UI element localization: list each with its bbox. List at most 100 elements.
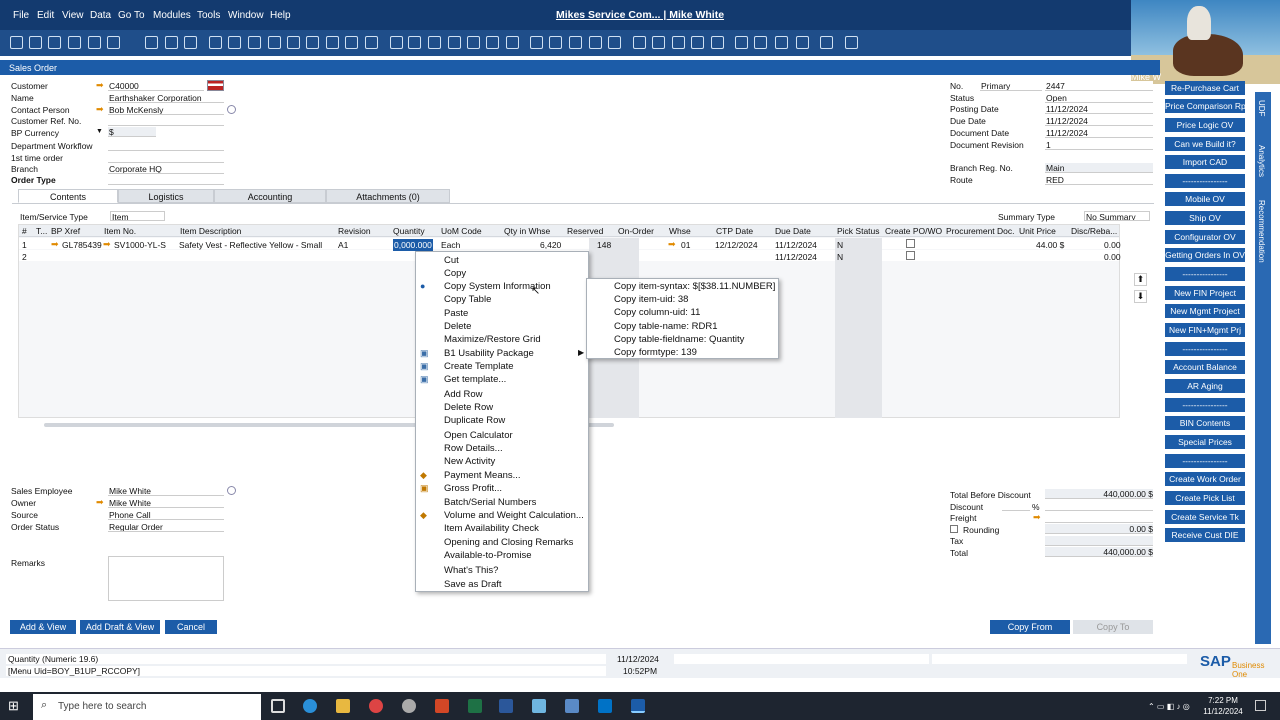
menu-help[interactable]: Help bbox=[270, 10, 291, 21]
app-icon[interactable] bbox=[532, 699, 546, 713]
tab-logistics[interactable]: Logistics bbox=[118, 189, 214, 203]
toolbar-button-icon[interactable] bbox=[754, 36, 767, 49]
side-button[interactable]: Create Work Order bbox=[1165, 472, 1245, 486]
rounding-checkbox[interactable] bbox=[950, 525, 958, 533]
file-explorer-icon[interactable] bbox=[336, 699, 350, 713]
side-button[interactable]: Re-Purchase Cart bbox=[1165, 81, 1245, 95]
menu-item-payment-means[interactable]: Payment Means... bbox=[444, 470, 521, 481]
edge-icon[interactable] bbox=[303, 699, 317, 713]
windows-start-icon[interactable]: ⊞ bbox=[8, 699, 22, 713]
col-header[interactable]: Item No. bbox=[104, 226, 136, 236]
cell-itemno[interactable]: SV1000-YL-S bbox=[114, 240, 166, 250]
toolbar-button-icon[interactable] bbox=[345, 36, 358, 49]
remarks-textarea[interactable] bbox=[108, 556, 224, 601]
create-po-checkbox[interactable] bbox=[906, 251, 915, 260]
submenu-item-fieldname[interactable]: Copy table-fieldname: Quantity bbox=[614, 334, 744, 345]
cell-description[interactable]: Safety Vest - Reflective Yellow - Small bbox=[179, 240, 322, 250]
posting-date-field[interactable]: 11/12/2024 bbox=[1045, 104, 1153, 114]
side-button[interactable]: Import CAD bbox=[1165, 155, 1245, 169]
side-button[interactable]: Configurator OV bbox=[1165, 230, 1245, 244]
side-button[interactable]: Price Logic OV bbox=[1165, 118, 1245, 132]
link-arrow-icon[interactable]: ➡ bbox=[96, 498, 106, 507]
col-header[interactable]: Pick Status bbox=[837, 226, 880, 236]
word-icon[interactable] bbox=[499, 699, 513, 713]
freight-field[interactable] bbox=[1045, 513, 1153, 523]
name-field[interactable]: Earthshaker Corporation bbox=[108, 93, 224, 103]
toolbar-button-icon[interactable] bbox=[365, 36, 378, 49]
info-icon[interactable] bbox=[227, 486, 236, 495]
discount-pct-field[interactable] bbox=[1002, 501, 1030, 511]
submenu-item-syntax[interactable]: Copy item-syntax: $[$38.11.NUMBER] bbox=[614, 281, 775, 292]
side-button[interactable]: Ship OV bbox=[1165, 211, 1245, 225]
toolbar-button-icon[interactable] bbox=[589, 36, 602, 49]
cell-discount[interactable]: 0.00 bbox=[1104, 252, 1121, 262]
side-button[interactable]: ---------------- bbox=[1165, 267, 1245, 281]
add-view-button[interactable]: Add & View bbox=[10, 620, 76, 634]
menu-modules[interactable]: Modules bbox=[153, 10, 191, 21]
currency-field[interactable]: $ bbox=[108, 127, 156, 137]
col-header[interactable]: Procurement Doc. bbox=[946, 226, 1015, 236]
cell-due-date[interactable]: 11/12/2024 bbox=[775, 240, 817, 250]
docno-field[interactable]: 2447 bbox=[1045, 81, 1153, 91]
move-up-icon[interactable]: ⬆ bbox=[1134, 273, 1147, 286]
toolbar-button-icon[interactable] bbox=[711, 36, 724, 49]
menu-item-duplicate-row[interactable]: Duplicate Row bbox=[444, 415, 505, 426]
powerpoint-icon[interactable] bbox=[435, 699, 449, 713]
menu-item-add-row[interactable]: Add Row bbox=[444, 389, 483, 400]
status-field[interactable]: Open bbox=[1045, 93, 1153, 103]
toolbar-button-icon[interactable] bbox=[691, 36, 704, 49]
col-header[interactable]: # bbox=[22, 226, 27, 236]
owner-field[interactable]: Mike White bbox=[108, 498, 224, 508]
side-button[interactable]: Special Prices bbox=[1165, 435, 1245, 449]
toolbar-button-icon[interactable] bbox=[796, 36, 809, 49]
route-field[interactable]: RED bbox=[1045, 175, 1153, 185]
vtab-recommendation[interactable]: Recommendation bbox=[1257, 200, 1266, 263]
menu-item-atp[interactable]: Available-to-Promise bbox=[444, 550, 531, 561]
col-header[interactable]: BP Xref bbox=[51, 226, 80, 236]
menu-item-paste[interactable]: Paste bbox=[444, 308, 468, 319]
col-header[interactable]: Due Date bbox=[775, 226, 811, 236]
col-header[interactable]: UoM Code bbox=[441, 226, 482, 236]
toolbar-button-icon[interactable] bbox=[10, 36, 23, 49]
toolbar-button-icon[interactable] bbox=[306, 36, 319, 49]
move-down-icon[interactable]: ⬇ bbox=[1134, 290, 1147, 303]
menu-tools[interactable]: Tools bbox=[197, 10, 220, 21]
col-header[interactable]: T... bbox=[36, 226, 47, 236]
link-arrow-icon[interactable]: ➡ bbox=[51, 240, 61, 249]
menu-file[interactable]: File bbox=[13, 10, 29, 21]
col-header[interactable]: Item Description bbox=[180, 226, 241, 236]
toolbar-button-icon[interactable] bbox=[209, 36, 222, 49]
submenu-item-column[interactable]: Copy column-uid: 11 bbox=[614, 307, 700, 318]
side-button[interactable]: Getting Orders In OV bbox=[1165, 248, 1245, 262]
link-arrow-icon[interactable]: ➡ bbox=[668, 240, 678, 249]
chevron-down-icon[interactable]: ▼ bbox=[96, 128, 103, 135]
tab-attachments[interactable]: Attachments (0) bbox=[326, 189, 450, 203]
cell-unit-price[interactable]: 44.00 $ bbox=[1036, 240, 1064, 250]
create-po-checkbox[interactable] bbox=[906, 239, 915, 248]
col-header[interactable]: Create PO/WO bbox=[885, 226, 942, 236]
cell-whse[interactable]: 01 bbox=[681, 240, 690, 250]
toolbar-button-icon[interactable] bbox=[184, 36, 197, 49]
outlook-icon[interactable] bbox=[598, 699, 612, 713]
menu-item-delete-row[interactable]: Delete Row bbox=[444, 402, 493, 413]
customer-field[interactable]: C40000 bbox=[108, 81, 204, 91]
order-status-select[interactable]: Regular Order bbox=[108, 522, 224, 532]
col-header[interactable]: On-Order bbox=[618, 226, 654, 236]
menu-window[interactable]: Window bbox=[228, 10, 264, 21]
col-header[interactable]: Unit Price bbox=[1019, 226, 1056, 236]
side-button[interactable]: New FIN+Mgmt Prj bbox=[1165, 323, 1245, 337]
due-date-field[interactable]: 11/12/2024 bbox=[1045, 116, 1153, 126]
side-button[interactable]: Receive Cust DIE bbox=[1165, 528, 1245, 542]
menu-item-b1up[interactable]: B1 Usability Package bbox=[444, 348, 534, 359]
menu-edit[interactable]: Edit bbox=[37, 10, 54, 21]
doc-date-field[interactable]: 11/12/2024 bbox=[1045, 128, 1153, 138]
col-header[interactable]: Quantity bbox=[393, 226, 425, 236]
menu-item-remarks[interactable]: Opening and Closing Remarks bbox=[444, 537, 573, 548]
col-header[interactable]: Disc/Reba... bbox=[1071, 226, 1117, 236]
app-icon[interactable] bbox=[402, 699, 416, 713]
add-draft-view-button[interactable]: Add Draft & View bbox=[80, 620, 160, 634]
cell-xref[interactable]: GL785439 bbox=[62, 240, 102, 250]
toolbar-button-icon[interactable] bbox=[608, 36, 621, 49]
side-button[interactable]: Mobile OV bbox=[1165, 192, 1245, 206]
link-arrow-icon[interactable]: ➡ bbox=[1033, 513, 1043, 522]
